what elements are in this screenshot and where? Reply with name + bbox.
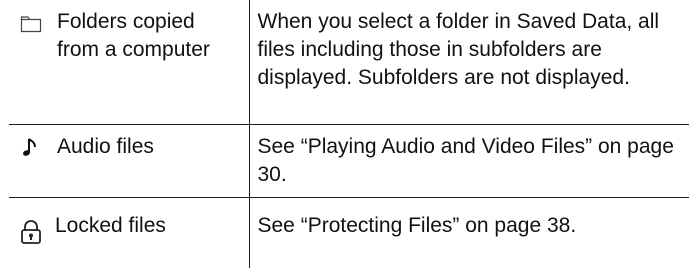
folder-icon — [15, 10, 47, 38]
description-folders: When you select a folder in Saved Data, … — [250, 0, 690, 100]
type-label-audio: Audio files — [57, 133, 154, 161]
table-row-audio: Audio files See “Playing Audio and Video… — [9, 125, 689, 198]
type-cell-folders: Folders copied from a computer — [9, 0, 249, 125]
type-cell-audio: Audio files — [9, 125, 249, 198]
description-cell-audio: See “Playing Audio and Video Files” on p… — [249, 125, 689, 198]
type-label-folders: Folders copied from a computer — [57, 8, 237, 64]
description-locked: See “Protecting Files” on page 38. — [250, 198, 690, 248]
description-cell-folders: When you select a folder in Saved Data, … — [249, 0, 689, 125]
type-cell-locked: Locked files — [9, 198, 249, 268]
lock-icon — [15, 216, 47, 248]
table-row-folders: Folders copied from a computer When you … — [9, 0, 689, 125]
file-type-table: Folders copied from a computer When you … — [9, 0, 689, 268]
type-label-locked: Locked files — [55, 212, 166, 240]
music-note-icon — [15, 133, 47, 161]
table-row-locked: Locked files See “Protecting Files” on p… — [9, 198, 689, 268]
description-cell-locked: See “Protecting Files” on page 38. — [249, 198, 689, 268]
description-audio: See “Playing Audio and Video Files” on p… — [250, 125, 690, 197]
